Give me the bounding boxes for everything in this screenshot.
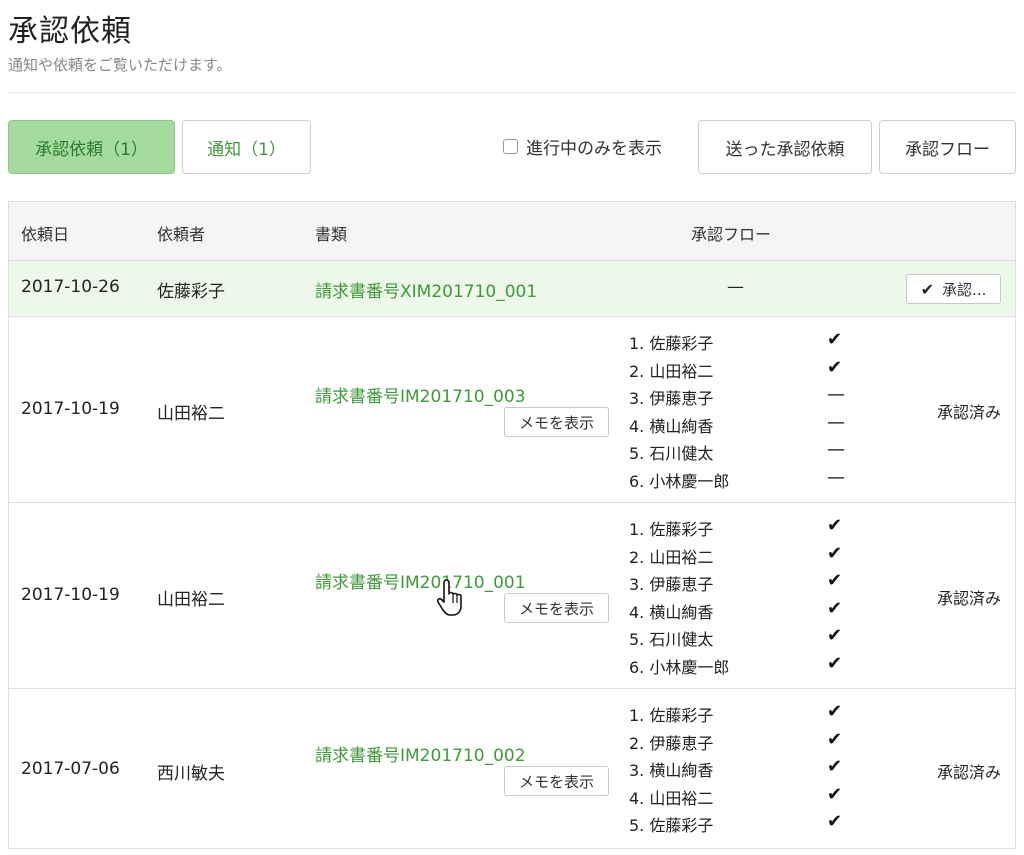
- flow-item: 5. 佐藤彩子 ✔: [629, 809, 859, 837]
- flow-status-icon: ✔: [827, 570, 843, 591]
- document-link[interactable]: 請求書番号XIM201710_001: [315, 277, 537, 302]
- flow-item: 1. 佐藤彩子 ✔: [629, 699, 859, 727]
- flow-status-icon: ✔: [827, 756, 843, 777]
- flow-status-icon: ✔: [827, 515, 843, 536]
- flow-approver: 5. 佐藤彩子: [629, 816, 714, 835]
- flow-approver: 5. 石川健太: [629, 444, 714, 463]
- status-badge: 承認済み: [936, 763, 1001, 782]
- flow-item: 3. 横山絢香 ✔: [629, 754, 859, 782]
- flow-status-icon: ✔: [827, 625, 843, 646]
- flow-item: 6. 小林慶一郎 —: [629, 465, 859, 493]
- row-requester: 西川敏夫: [157, 764, 225, 784]
- flow-approver: 3. 横山絢香: [629, 761, 714, 780]
- tab-approval-requests[interactable]: 承認依頼（1）: [8, 120, 175, 174]
- approval-flow-button[interactable]: 承認フロー: [879, 120, 1016, 174]
- row-requester: 佐藤彩子: [157, 282, 225, 302]
- header-requester: 依頼者: [157, 225, 206, 244]
- check-icon: ✔: [920, 279, 935, 299]
- row-date: 2017-10-19: [21, 585, 120, 605]
- row-requester: 山田裕二: [157, 404, 225, 424]
- flow-approver: 2. 伊藤恵子: [629, 733, 714, 753]
- flow-item: 2. 山田裕二 ✔: [629, 541, 859, 569]
- flow-approver: 4. 山田裕二: [629, 788, 714, 808]
- flow-status-icon: —: [827, 384, 845, 405]
- flow-item: 3. 伊藤恵子 ✔: [629, 568, 859, 596]
- flow-approver: 1. 佐藤彩子: [629, 706, 714, 725]
- row-date: 2017-10-19: [21, 399, 120, 419]
- flow-item: 4. 山田裕二 ✔: [629, 782, 859, 810]
- flow-item: 4. 横山絢香 —: [629, 410, 859, 438]
- flow-approver: 2. 山田裕二: [629, 361, 714, 381]
- header-document: 書類: [315, 225, 348, 244]
- flow-status-icon: ✔: [827, 728, 843, 750]
- in-progress-filter[interactable]: 進行中のみを表示: [503, 134, 662, 159]
- status-badge: 承認済み: [936, 589, 1001, 608]
- row-date: 2017-07-06: [21, 759, 120, 779]
- document-link[interactable]: 請求書番号IM201710_003: [315, 382, 526, 407]
- flow-status-icon: ✔: [827, 542, 843, 564]
- header-date: 依頼日: [21, 225, 70, 244]
- flow-item: 1. 佐藤彩子 ✔: [629, 327, 859, 355]
- page-title: 承認依頼: [8, 14, 132, 49]
- document-link[interactable]: 請求書番号IM201710_001: [315, 568, 526, 593]
- flow-item: 4. 横山絢香 ✔: [629, 596, 859, 624]
- approval-flow-list: 1. 佐藤彩子 ✔ 2. 伊藤恵子 ✔ 3. 横山絢香 ✔ 4. 山田裕二 ✔ 5. 佐…: [629, 699, 859, 837]
- table-row: 2017-07-06 西川敏夫 請求書番号IM201710_002 メモを表示 …: [9, 689, 1015, 849]
- flow-status-icon: —: [827, 466, 845, 488]
- flow-placeholder: —: [727, 277, 744, 297]
- approve-button-label: 承認...: [942, 280, 987, 299]
- flow-item: 2. 伊藤恵子 ✔: [629, 727, 859, 755]
- flow-approver: 3. 伊藤恵子: [629, 575, 714, 594]
- flow-status-icon: —: [827, 411, 845, 433]
- in-progress-checkbox[interactable]: [503, 139, 518, 154]
- flow-approver: 5. 石川健太: [629, 630, 714, 649]
- show-memo-button[interactable]: メモを表示: [504, 407, 609, 437]
- show-memo-button[interactable]: メモを表示: [504, 593, 609, 623]
- table-row: 2017-10-26 佐藤彩子 請求書番号XIM201710_001 — ✔ 承…: [9, 261, 1015, 317]
- sent-requests-button[interactable]: 送った承認依頼: [698, 120, 872, 174]
- row-requester: 山田裕二: [157, 590, 225, 610]
- flow-status-icon: ✔: [827, 356, 843, 378]
- flow-approver: 4. 横山絢香: [629, 602, 714, 622]
- approval-flow-list: 1. 佐藤彩子 ✔ 2. 山田裕二 ✔ 3. 伊藤恵子 — 4. 横山絢香 — 5. 石…: [629, 327, 859, 492]
- approve-button[interactable]: ✔ 承認...: [906, 274, 1001, 304]
- flow-item: 1. 佐藤彩子 ✔: [629, 513, 859, 541]
- header-approval-flow: 承認フロー: [691, 225, 772, 244]
- document-link[interactable]: 請求書番号IM201710_002: [315, 741, 526, 766]
- flow-approver: 4. 横山絢香: [629, 416, 714, 436]
- tab-notifications[interactable]: 通知（1）: [182, 120, 311, 174]
- row-date: 2017-10-26: [21, 277, 120, 297]
- table-row: 2017-10-19 山田裕二 請求書番号IM201710_001 メモを表示 …: [9, 503, 1015, 689]
- page-subtitle: 通知や依頼をご覧いただけます。: [8, 56, 232, 74]
- flow-approver: 6. 小林慶一郎: [629, 657, 730, 677]
- flow-item: 6. 小林慶一郎 ✔: [629, 651, 859, 679]
- status-badge: 承認済み: [936, 403, 1001, 422]
- flow-status-icon: ✔: [827, 811, 843, 832]
- show-memo-button[interactable]: メモを表示: [504, 766, 609, 796]
- flow-item: 2. 山田裕二 ✔: [629, 355, 859, 383]
- flow-status-icon: ✔: [827, 329, 843, 350]
- flow-approver: 3. 伊藤恵子: [629, 389, 714, 408]
- flow-approver: 6. 小林慶一郎: [629, 471, 730, 491]
- in-progress-filter-label: 進行中のみを表示: [526, 139, 662, 159]
- approval-flow-list: 1. 佐藤彩子 ✔ 2. 山田裕二 ✔ 3. 伊藤恵子 ✔ 4. 横山絢香 ✔ 5. 石…: [629, 513, 859, 678]
- flow-approver: 1. 佐藤彩子: [629, 520, 714, 539]
- flow-item: 3. 伊藤恵子 —: [629, 382, 859, 410]
- flow-item: 5. 石川健太 —: [629, 437, 859, 465]
- flow-approver: 2. 山田裕二: [629, 547, 714, 567]
- table-header: 依頼日 依頼者 書類 承認フロー: [9, 202, 1015, 261]
- header-divider: [8, 92, 1016, 93]
- flow-item: 5. 石川健太 ✔: [629, 623, 859, 651]
- flow-status-icon: ✔: [827, 597, 843, 619]
- flow-approver: 1. 佐藤彩子: [629, 334, 714, 353]
- flow-status-icon: ✔: [827, 783, 843, 805]
- flow-status-icon: ✔: [827, 652, 843, 674]
- table-row: 2017-10-19 山田裕二 請求書番号IM201710_003 メモを表示 …: [9, 317, 1015, 503]
- approval-table: 依頼日 依頼者 書類 承認フロー 2017-10-26 佐藤彩子 請求書番号XI…: [8, 201, 1016, 849]
- flow-status-icon: ✔: [827, 701, 843, 722]
- hand-cursor-icon: [437, 579, 462, 616]
- flow-status-icon: —: [827, 439, 845, 460]
